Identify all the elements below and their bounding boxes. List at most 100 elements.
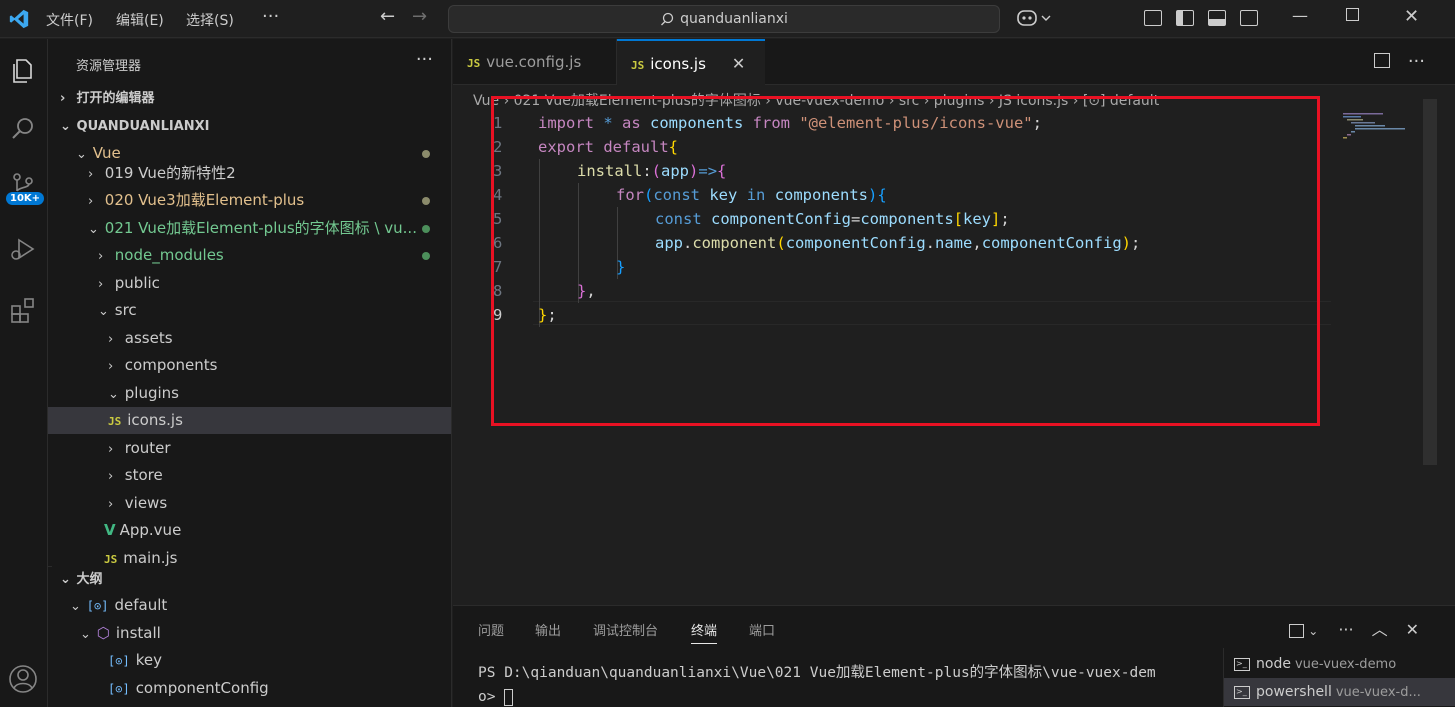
tree-item-app-vue[interactable]: V App.vue (52, 517, 451, 544)
close-tab-icon[interactable]: ✕ (732, 54, 745, 73)
terminal-line: PS D:\qianduan\quanduanlianxi\Vue\021 Vu… (478, 665, 1156, 681)
menu-selection[interactable]: 选择(S) (186, 10, 234, 30)
outline-item-label: componentConfig (135, 679, 269, 697)
copilot-icon[interactable] (1016, 8, 1054, 28)
outline-item-key[interactable]: [⊙] key (52, 647, 451, 674)
back-arrow-icon[interactable]: ← (380, 6, 395, 27)
explorer-more-icon[interactable]: ··· (416, 49, 433, 70)
terminal-icon: >_ (1234, 657, 1250, 671)
close-panel-icon[interactable]: ✕ (1406, 620, 1419, 639)
minimize-icon[interactable]: — (1292, 6, 1308, 25)
explorer-icon[interactable] (7, 54, 39, 86)
chevron-right-icon: › (60, 91, 66, 106)
terminal-name: powershell (1256, 684, 1332, 700)
chevron-right-icon: › (108, 332, 114, 347)
terminal-output[interactable]: PS D:\qianduan\quanduanlianxi\Vue\021 Vu… (478, 661, 1198, 707)
maximize-icon[interactable] (1346, 8, 1359, 21)
tree-item-label: icons.js (127, 411, 183, 429)
chevron-right-icon: › (88, 194, 94, 209)
outline-item-default[interactable]: ⌄ [⊙] default (52, 592, 451, 619)
split-editor-icon[interactable] (1373, 52, 1390, 68)
chevron-right-icon: › (88, 167, 94, 182)
tab-output[interactable]: 输出 (535, 620, 561, 639)
tree-item-router[interactable]: › router (52, 435, 451, 462)
tab-debug-console[interactable]: 调试控制台 (593, 620, 658, 639)
tab-terminal[interactable]: 终端 (691, 620, 718, 644)
tree-item-icons-js[interactable]: JS icons.js (48, 407, 451, 434)
toggle-secondary-sidebar-icon[interactable] (1240, 10, 1258, 26)
tab-icons-js[interactable]: JS icons.js ✕ (617, 39, 765, 85)
toggle-primary-sidebar-icon[interactable] (1176, 10, 1194, 26)
extensions-icon[interactable] (7, 294, 39, 326)
tree-item-node-modules[interactable]: › node_modules (52, 242, 451, 269)
tree-item-components[interactable]: › components (52, 352, 451, 379)
terminal-list: >_ node vue-vuex-demo >_ powershell vue-vuex… (1223, 648, 1455, 707)
editor-actions: ··· (1373, 51, 1425, 72)
outline-section[interactable]: ⌄ 大纲 (52, 566, 451, 593)
chevron-down-icon: ⌄ (108, 387, 119, 402)
tree-item-views[interactable]: › views (52, 490, 451, 517)
terminal-item-powershell[interactable]: >_ powershell vue-vuex-d... (1224, 678, 1455, 706)
variable-symbol-icon: [⊙] (86, 599, 109, 613)
terminal-name: node (1256, 656, 1291, 672)
tree-item-public[interactable]: › public (52, 270, 451, 297)
tab-ports[interactable]: 端口 (749, 620, 775, 639)
tree-item-021[interactable]: ⌄ 021 Vue加载Element-plus的字体图标 \ vu... (52, 215, 451, 242)
panel-more-icon[interactable]: ··· (1338, 620, 1353, 639)
maximize-panel-icon[interactable]: ︿ (1372, 620, 1388, 639)
toggle-panel-icon[interactable] (1208, 10, 1226, 26)
tree-item-019[interactable]: › 019 Vue的新特性2 (52, 160, 451, 187)
account-icon[interactable] (7, 663, 39, 695)
tree-item-assets[interactable]: › assets (52, 325, 451, 352)
tree-item-label: assets (124, 329, 173, 347)
menu-file[interactable]: 文件(F) (46, 10, 93, 30)
tree-item-plugins[interactable]: ⌄ plugins (52, 380, 451, 407)
editor-more-icon[interactable]: ··· (1408, 51, 1425, 72)
variable-symbol-icon: [⊙] (108, 682, 130, 696)
search-icon (661, 12, 674, 26)
tab-problems[interactable]: 问题 (478, 620, 504, 639)
search-view-icon[interactable] (7, 113, 39, 145)
tab-vue-config-js[interactable]: JS vue.config.js (453, 39, 617, 85)
chevron-down-icon[interactable]: ⌄ (1304, 624, 1318, 638)
editor-area: JS vue.config.js JS icons.js ✕ ··· Vue › 02… (453, 39, 1455, 605)
tree-item-label: views (124, 494, 168, 512)
workspace-section[interactable]: ⌄ QUANDUANLIANXI (52, 113, 451, 140)
editor-scrollbar[interactable] (1423, 99, 1437, 465)
javascript-file-icon: JS (467, 57, 481, 70)
workspace-label: QUANDUANLIANXI (76, 119, 210, 134)
tree-item-020[interactable]: › 020 Vue3加载Element-plus (52, 187, 451, 214)
tree-item-src[interactable]: ⌄ src (52, 297, 451, 324)
command-center-search[interactable]: quanduanlianxi (448, 5, 1000, 33)
forward-arrow-icon[interactable]: → (412, 6, 427, 27)
tree-item-store[interactable]: › store (52, 462, 451, 489)
customize-layout-icon[interactable] (1144, 10, 1162, 26)
menu-more-icon[interactable]: ··· (262, 6, 279, 27)
modified-dot-icon (422, 197, 430, 205)
outline-item-componentconfig[interactable]: [⊙] componentConfig (52, 675, 451, 702)
open-editors-section[interactable]: › 打开的编辑器 (52, 85, 451, 112)
close-window-icon[interactable]: ✕ (1404, 6, 1419, 27)
terminal-sub: vue-vuex-d... (1335, 685, 1421, 700)
tab-label: vue.config.js (486, 53, 582, 71)
panel-actions: ⌄ ··· ︿ ✕ (1289, 616, 1419, 640)
menu-edit[interactable]: 编辑(E) (116, 10, 164, 30)
chevron-down-icon: ⌄ (60, 572, 71, 587)
vscode-logo-icon (9, 9, 29, 29)
minimap[interactable] (1341, 111, 1421, 151)
split-terminal-icon[interactable] (1289, 623, 1305, 638)
tree-item-label: node_modules (114, 246, 224, 264)
tree-item-label: 021 Vue加载Element-plus的字体图标 \ vu... (104, 219, 417, 237)
run-debug-icon[interactable] (7, 233, 39, 265)
javascript-file-icon: JS (104, 553, 118, 566)
vue-file-icon: V (104, 521, 116, 539)
explorer-sidebar: 资源管理器 ··· › 打开的编辑器 ⌄ QUANDUANLIANXI ⌄ Vu… (48, 39, 452, 707)
terminal-item-node[interactable]: >_ node vue-vuex-demo (1224, 650, 1455, 678)
untracked-dot-icon (422, 252, 430, 260)
open-editors-label: 打开的编辑器 (76, 91, 155, 106)
chevron-down-icon: ⌄ (80, 627, 91, 642)
outline-item-install[interactable]: ⌄ ⬡ install (52, 620, 451, 647)
untracked-dot-icon (422, 225, 430, 233)
tree-item-label: src (114, 301, 137, 319)
tree-item-label: public (114, 274, 160, 292)
